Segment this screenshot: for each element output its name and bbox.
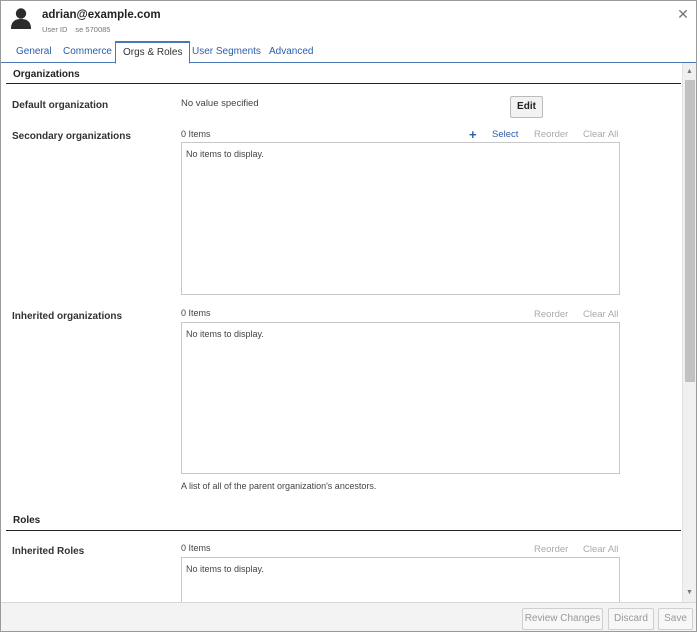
discard-button[interactable]: Discard [608, 608, 654, 630]
default-organization-value: No value specified [181, 98, 259, 109]
secondary-organizations-empty-text: No items to display. [186, 149, 264, 159]
tab-advanced[interactable]: Advanced [262, 41, 320, 63]
vertical-scrollbar[interactable]: ▲ ▼ [682, 63, 696, 602]
inherited-organizations-note: A list of all of the parent organization… [181, 481, 377, 491]
save-button[interactable]: Save [658, 608, 693, 630]
inherited-organizations-count: 0 Items [181, 308, 211, 318]
edit-default-organization-button[interactable]: Edit [510, 96, 543, 118]
organizations-divider [6, 83, 681, 84]
secondary-organizations-reorder-link[interactable]: Reorder [534, 129, 568, 140]
roles-divider [6, 530, 681, 531]
inherited-roles-list[interactable]: No items to display. [181, 557, 620, 602]
inherited-organizations-list[interactable]: No items to display. [181, 322, 620, 474]
secondary-organizations-count: 0 Items [181, 129, 211, 139]
inherited-organizations-clear-all-link[interactable]: Clear All [583, 309, 618, 320]
user-id-line: User ID se 570085 [42, 25, 110, 34]
scrollbar-thumb[interactable] [685, 80, 695, 382]
inherited-roles-count: 0 Items [181, 543, 211, 553]
dialog-footer: Review Changes Discard Save [1, 602, 696, 631]
triangle-up-icon[interactable]: ▲ [683, 65, 696, 79]
close-icon[interactable]: ✕ [676, 7, 690, 21]
tab-orgs-roles[interactable]: Orgs & Roles [115, 41, 191, 64]
secondary-organizations-list[interactable]: No items to display. [181, 142, 620, 295]
default-organization-label: Default organization [12, 100, 109, 111]
inherited-organizations-label: Inherited organizations [12, 311, 123, 322]
tab-commerce[interactable]: Commerce [56, 41, 119, 63]
user-silhouette-icon [11, 8, 31, 29]
secondary-organizations-clear-all-link[interactable]: Clear All [583, 129, 618, 140]
organizations-section-title: Organizations [13, 69, 80, 80]
inherited-organizations-reorder-link[interactable]: Reorder [534, 309, 568, 320]
inherited-roles-reorder-link[interactable]: Reorder [534, 544, 568, 555]
user-email: adrian@example.com [42, 9, 161, 21]
dialog-header: adrian@example.com User ID se 570085 ✕ [1, 1, 696, 41]
plus-icon[interactable]: + [469, 128, 477, 141]
secondary-organizations-label: Secondary organizations [12, 131, 131, 142]
user-id-value: se 570085 [75, 25, 111, 34]
inherited-organizations-empty-text: No items to display. [186, 329, 264, 339]
tab-content: Organizations Default organization No va… [1, 63, 682, 602]
inherited-roles-label: Inherited Roles [12, 546, 85, 557]
inherited-roles-empty-text: No items to display. [186, 564, 264, 574]
user-id-label: User ID [42, 25, 68, 34]
secondary-organizations-select-link[interactable]: Select [492, 129, 518, 140]
user-editor-dialog: adrian@example.com User ID se 570085 ✕ Ge… [0, 0, 697, 632]
inherited-roles-clear-all-link[interactable]: Clear All [583, 544, 618, 555]
triangle-down-icon[interactable]: ▼ [683, 586, 696, 600]
tab-bar: General Commerce Orgs & Roles User Segme… [1, 41, 696, 64]
tab-general[interactable]: General [9, 41, 59, 63]
roles-section-title: Roles [13, 515, 41, 526]
review-changes-button[interactable]: Review Changes [522, 608, 603, 630]
tab-user-segments[interactable]: User Segments [185, 41, 268, 63]
